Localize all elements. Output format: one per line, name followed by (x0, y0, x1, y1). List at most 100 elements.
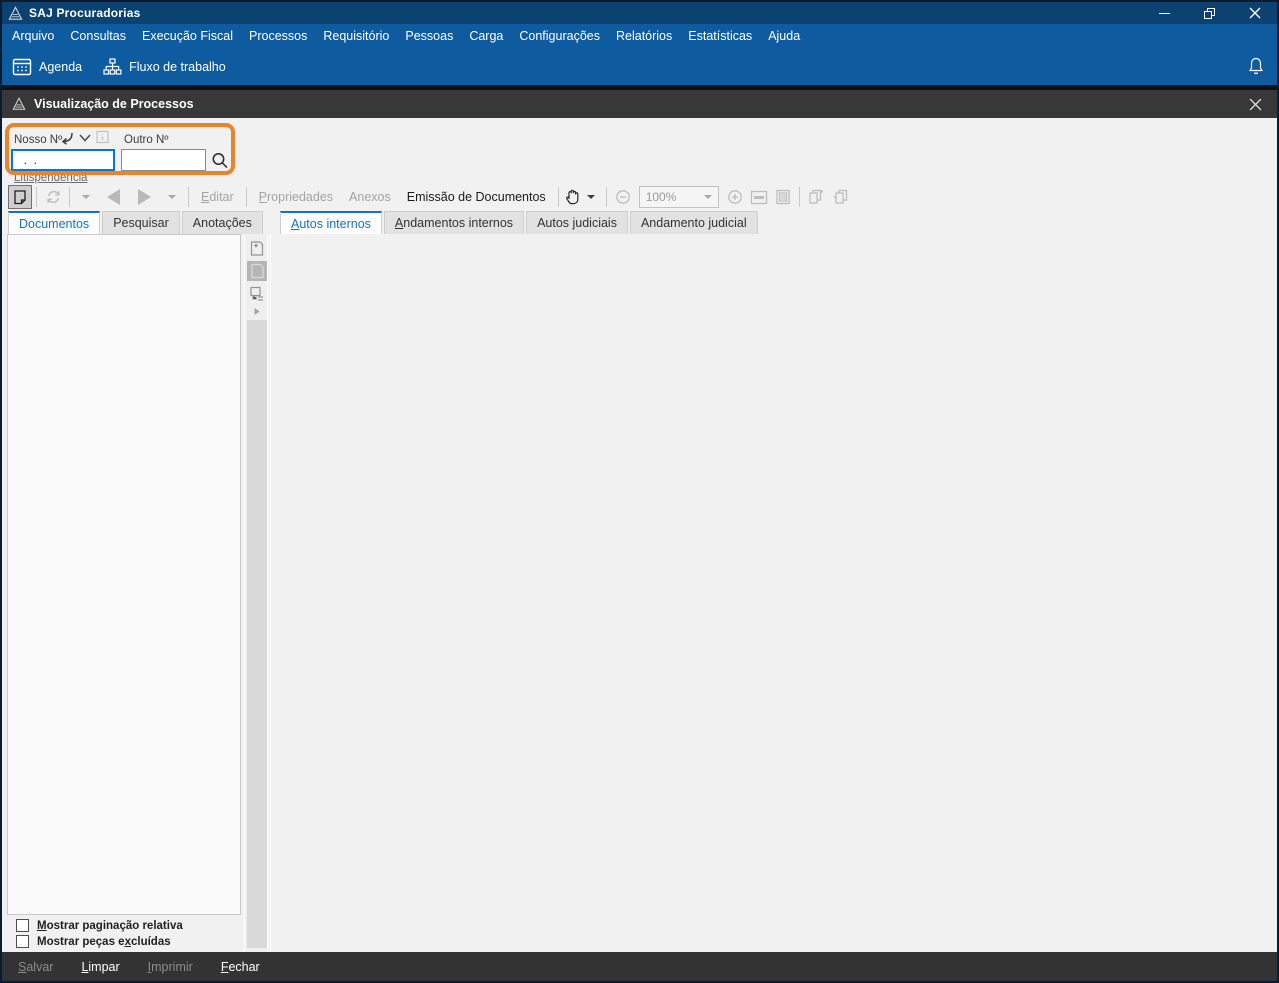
content-area: Nosso Nº Outro Nº Litispendência (2, 118, 1277, 954)
close-icon (1249, 7, 1261, 19)
workflow-button[interactable]: Fluxo de trabalho (92, 54, 236, 80)
show-relative-pagination-label: Mostrar paginação relativa (37, 920, 183, 932)
agenda-button[interactable]: Agenda (2, 53, 92, 81)
pan-dropdown-icon (587, 195, 595, 199)
fit-width-icon (750, 190, 768, 205)
editar-button[interactable]: Editar (193, 186, 242, 208)
minimize-icon (1159, 13, 1170, 14)
pan-tool-button[interactable] (563, 185, 602, 209)
left-tab-group: DocumentosPesquisarAnotações (8, 211, 265, 234)
dropdown-icon (168, 195, 176, 199)
calendar-icon (12, 57, 32, 77)
menu-pessoas[interactable]: Pessoas (397, 25, 461, 47)
bell-icon (1247, 56, 1265, 76)
search-button[interactable] (209, 150, 231, 172)
title-bar: SAJ Procuradorias (2, 2, 1277, 24)
limpar-button[interactable]: Limpar (71, 955, 129, 979)
copy-page-button[interactable] (828, 185, 852, 209)
current-page-button[interactable] (247, 261, 267, 281)
outro-numero-label: Outro Nº (124, 134, 168, 146)
tab-documentos[interactable]: Documentos (8, 211, 100, 234)
imprimir-button[interactable]: Imprimir (138, 955, 203, 979)
workflow-icon (102, 58, 122, 76)
menu-estatisticas[interactable]: Estatísticas (680, 25, 760, 47)
strip-track[interactable] (247, 320, 267, 948)
menu-requisitorio[interactable]: Requisitório (315, 25, 397, 47)
inner-window-header: Visualização de Processos (2, 90, 1277, 118)
new-page-button[interactable] (804, 185, 828, 209)
app-window: SAJ Procuradorias Arquivo Consultas Exec… (0, 0, 1279, 983)
salvar-button[interactable]: Salvar (8, 955, 63, 979)
nosso-numero-label: Nosso Nº (14, 134, 62, 146)
quick-toolbar: Agenda Fluxo de trabalho (2, 48, 1277, 85)
close-button[interactable] (1232, 2, 1277, 24)
menu-relatorios[interactable]: Relatórios (608, 25, 680, 47)
arrow-right-icon (253, 307, 261, 316)
inner-close-button[interactable] (1241, 92, 1269, 116)
return-arrow-icon[interactable] (59, 131, 75, 145)
tab-autos-internos[interactable]: Autos internos (280, 211, 382, 234)
previous-icon (107, 189, 120, 205)
add-document-button[interactable] (247, 238, 267, 258)
zoom-out-button[interactable] (611, 185, 635, 209)
anexos-button[interactable]: Anexos (341, 186, 399, 208)
right-tab-group: Autos internosAndamentos internosAutos j… (280, 211, 760, 234)
outro-numero-input[interactable] (121, 149, 206, 171)
zoom-level-combobox[interactable]: 100% (639, 186, 719, 208)
checkbox-icon[interactable] (16, 935, 29, 948)
chevron-down-icon[interactable] (78, 133, 92, 143)
page-marker-toggle-button[interactable] (8, 185, 32, 209)
restore-button[interactable] (1187, 2, 1232, 24)
nosso-numero-input[interactable] (11, 149, 115, 171)
notifications-button[interactable] (1247, 56, 1265, 81)
checkbox-icon[interactable] (16, 919, 29, 932)
minimize-button[interactable] (1142, 2, 1187, 24)
tab-autos-judiciais[interactable]: Autos judiciais (526, 211, 628, 234)
show-relative-pagination-option[interactable]: Mostrar paginação relativa (16, 919, 183, 932)
app-logo-icon (8, 6, 23, 21)
vertical-tool-strip (244, 234, 268, 952)
inner-close-icon (1249, 98, 1262, 111)
tabs-row: DocumentosPesquisarAnotações Autos inter… (2, 211, 1277, 234)
window-title: SAJ Procuradorias (29, 6, 140, 20)
page-fold-icon (12, 189, 28, 206)
inner-window-title: Visualização de Processos (34, 97, 194, 111)
process-view-icon (12, 97, 26, 111)
fit-width-button[interactable] (747, 185, 771, 209)
document-add-icon (249, 240, 265, 257)
documents-list-panel[interactable] (7, 234, 241, 915)
fechar-button[interactable]: Fechar (211, 955, 270, 979)
info-icon[interactable] (96, 130, 109, 144)
zoom-dropdown-icon (704, 195, 712, 199)
tree-view-button[interactable] (247, 284, 267, 304)
menu-arquivo[interactable]: Arquivo (4, 25, 62, 47)
document-tree-icon (249, 286, 266, 303)
agenda-label: Agenda (39, 60, 82, 74)
menu-consultas[interactable]: Consultas (62, 25, 134, 47)
fit-page-icon (775, 189, 791, 205)
menu-processos[interactable]: Processos (241, 25, 315, 47)
search-icon (210, 151, 230, 171)
show-excluded-parts-option[interactable]: Mostrar peças excluídas (16, 935, 171, 948)
tab-anotacoes[interactable]: Anotações (182, 211, 263, 234)
litispendencia-link[interactable]: Litispendência (14, 172, 88, 184)
fit-page-button[interactable] (771, 185, 795, 209)
jump-dropdown-button[interactable] (74, 185, 98, 209)
menu-ajuda[interactable]: Ajuda (760, 25, 808, 47)
next-dropdown-button[interactable] (160, 185, 184, 209)
next-button[interactable] (129, 185, 160, 209)
tab-pesquisar[interactable]: Pesquisar (102, 211, 180, 234)
propriedades-button[interactable]: Propriedades (251, 186, 341, 208)
refresh-button[interactable] (41, 185, 65, 209)
tab-andamento-judicial[interactable]: Andamento judicial (630, 211, 758, 234)
document-viewer-area[interactable] (270, 234, 1276, 952)
zoom-in-button[interactable] (723, 185, 747, 209)
menu-execucao-fiscal[interactable]: Execução Fiscal (134, 25, 241, 47)
menu-configuracoes[interactable]: Configurações (511, 25, 608, 47)
footer-bar: Salvar Limpar Imprimir Fechar (2, 952, 1277, 981)
strip-expand-button[interactable] (247, 304, 267, 318)
previous-button[interactable] (98, 185, 129, 209)
menu-carga[interactable]: Carga (461, 25, 511, 47)
tab-andamentos-internos[interactable]: Andamentos internos (384, 211, 524, 234)
emissao-documentos-button[interactable]: Emissão de Documentos (399, 186, 554, 208)
